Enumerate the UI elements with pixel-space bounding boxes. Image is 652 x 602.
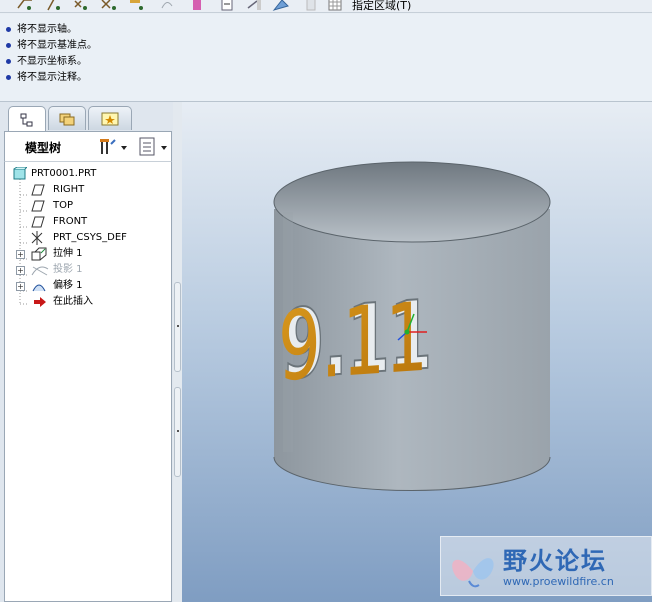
watermark-title: 野火论坛 xyxy=(503,547,607,575)
datum-points-display-icon[interactable] xyxy=(72,0,90,12)
message-line: 将不显示注释。 xyxy=(0,70,652,86)
datum-plane-icon xyxy=(31,216,45,228)
toolbar: 指定区域(T) xyxy=(0,0,652,13)
tree-show-button[interactable] xyxy=(137,136,171,158)
insert-here-icon xyxy=(34,297,46,307)
folder-browser-tab[interactable] xyxy=(48,106,86,130)
bullet-icon xyxy=(6,27,11,32)
model-tree: PRT0001.PRT RIGHT TOP FRONT PRT_CSYS_DEF… xyxy=(4,161,172,602)
embossed-text: 9.11 xyxy=(278,283,428,403)
favorites-icon xyxy=(101,112,119,125)
tree-item-right[interactable]: RIGHT xyxy=(31,182,161,198)
model-tree-tab[interactable] xyxy=(8,106,46,132)
bullet-icon xyxy=(6,59,11,64)
offset-icon xyxy=(32,284,46,292)
panel-splitter[interactable] xyxy=(173,102,182,602)
expand-toggle[interactable]: + xyxy=(16,266,25,275)
splitter-grip[interactable] xyxy=(174,387,181,477)
tree-item-csys[interactable]: PRT_CSYS_DEF xyxy=(31,230,161,246)
csys-icon xyxy=(31,231,43,245)
tree-item-insert-here[interactable]: 在此插入 xyxy=(31,294,161,310)
dropdown-arrow-icon xyxy=(161,146,167,150)
expand-toggle[interactable]: + xyxy=(16,282,25,291)
bullet-icon xyxy=(6,75,11,80)
import-icon[interactable] xyxy=(218,0,236,12)
navigator-panel: 模型树 PRT0001.PRT RIGHT TOP FRONT PRT_CSYS… xyxy=(0,102,182,602)
datum-planes-display-icon[interactable] xyxy=(16,0,34,12)
spin-center-icon[interactable] xyxy=(158,0,176,12)
message-area: 将不显示轴。 将不显示基准点。 不显示坐标系。 将不显示注释。 xyxy=(0,14,652,102)
select-region-label[interactable]: 指定区域(T) xyxy=(352,0,411,13)
model-tree-title: 模型树 xyxy=(25,141,62,155)
tree-settings-icon xyxy=(100,139,116,154)
csys-display-icon[interactable] xyxy=(100,0,118,12)
tree-item-root[interactable]: PRT0001.PRT xyxy=(13,166,163,182)
model-scene: 9.11 9.11 xyxy=(273,161,551,491)
extrude-icon xyxy=(31,247,47,261)
appearance-icon[interactable] xyxy=(272,0,290,12)
part-icon xyxy=(13,167,27,180)
watermark: 野火论坛 www.proewildfire.cn xyxy=(440,536,652,596)
blank-icon[interactable] xyxy=(302,0,320,12)
model-tree-icon xyxy=(20,113,33,126)
repaint-icon[interactable] xyxy=(188,0,206,12)
tree-item-extrude[interactable]: + 拉伸 1 xyxy=(16,246,156,262)
datum-plane-icon xyxy=(31,184,45,196)
expand-toggle[interactable]: + xyxy=(16,250,25,259)
datum-axes-display-icon[interactable] xyxy=(45,0,63,12)
graphics-viewport[interactable]: 9.11 9.11 xyxy=(182,102,652,602)
favorites-tab[interactable] xyxy=(88,106,132,130)
embossed-text-feature[interactable]: 9.11 9.11 xyxy=(278,280,433,403)
tree-show-icon xyxy=(139,137,155,156)
annotation-display-icon[interactable] xyxy=(128,0,146,12)
dropdown-arrow-icon xyxy=(121,146,127,150)
tree-item-project[interactable]: + 投影 1 xyxy=(16,262,156,278)
select-region-icon[interactable] xyxy=(326,0,344,12)
message-line: 将不显示基准点。 xyxy=(0,38,652,54)
bullet-icon xyxy=(6,43,11,48)
project-icon xyxy=(31,266,49,276)
splitter-grip[interactable] xyxy=(174,282,181,372)
model-tree-header: 模型树 xyxy=(4,131,172,161)
watermark-url: www.proewildfire.cn xyxy=(503,575,614,588)
export-icon[interactable] xyxy=(245,0,263,12)
tree-item-offset[interactable]: + 偏移 1 xyxy=(16,278,156,294)
tree-item-top[interactable]: TOP xyxy=(31,198,161,214)
message-line: 将不显示轴。 xyxy=(0,22,652,38)
tree-item-front[interactable]: FRONT xyxy=(31,214,161,230)
message-line: 不显示坐标系。 xyxy=(0,54,652,70)
cylinder-top-face xyxy=(273,161,551,243)
butterfly-logo-icon xyxy=(452,558,494,588)
datum-plane-icon xyxy=(31,200,45,212)
folder-icon xyxy=(59,113,75,125)
tree-settings-button[interactable] xyxy=(97,136,131,158)
